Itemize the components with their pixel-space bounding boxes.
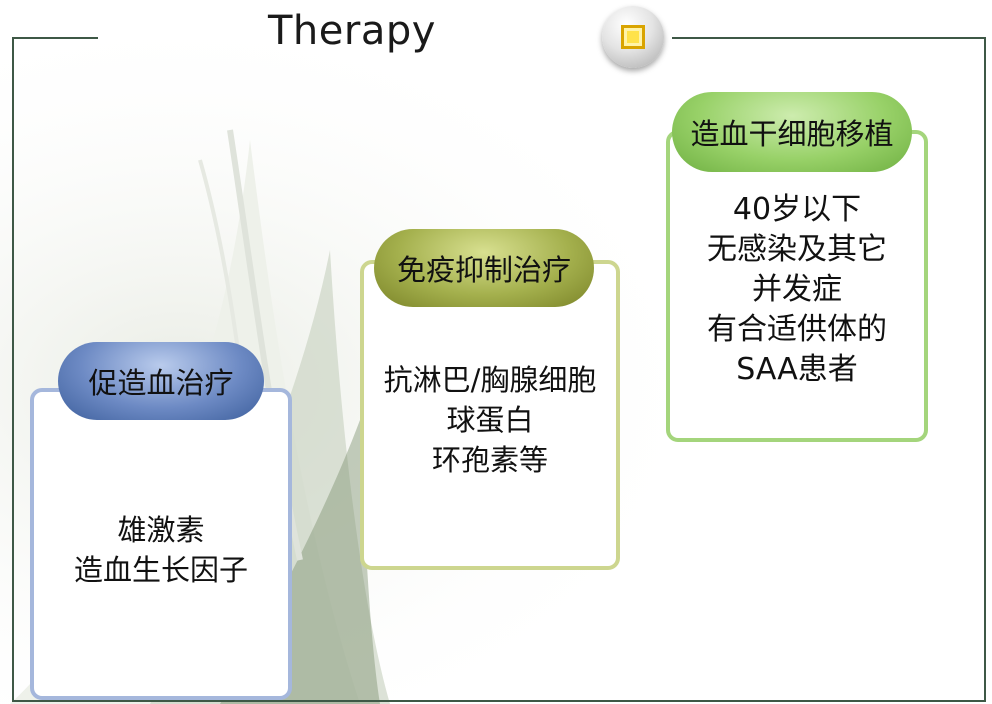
- box-content: 抗淋巴/胸腺细胞 球蛋白 环孢素等: [364, 360, 616, 480]
- frame-top-line-right: [672, 37, 986, 39]
- box-line: 并发症: [752, 272, 842, 307]
- box-line: 雄激素: [117, 513, 205, 547]
- box-line: 环孢素等: [431, 443, 548, 477]
- box-content: 雄激素 造血生长因子: [34, 510, 288, 590]
- slide-badge-icon: [602, 6, 664, 68]
- box-line: 造血生长因子: [73, 553, 248, 587]
- slide-title: Therapy: [268, 8, 436, 54]
- therapy-heading-hematopoietic: 促造血治疗: [58, 342, 264, 420]
- therapy-heading-immunosuppressive: 免疫抑制治疗: [374, 229, 594, 307]
- therapy-box-transplant: 40岁以下 无感染及其它 并发症 有合适供体的 SAA患者: [666, 130, 928, 442]
- box-line: 无感染及其它: [707, 232, 887, 267]
- therapy-heading-transplant: 造血干细胞移植: [672, 92, 912, 172]
- box-line: 40岁以下: [732, 192, 862, 227]
- box-content: 40岁以下 无感染及其它 并发症 有合适供体的 SAA患者: [670, 190, 924, 390]
- frame-top-line-left: [12, 37, 98, 39]
- box-line: 有合适供体的: [707, 312, 887, 347]
- square-icon: [621, 25, 645, 49]
- box-line: SAA患者: [736, 352, 858, 387]
- therapy-box-hematopoietic: 雄激素 造血生长因子: [30, 388, 292, 700]
- box-line: 球蛋白: [446, 403, 534, 437]
- box-line: 抗淋巴/胸腺细胞: [383, 363, 597, 397]
